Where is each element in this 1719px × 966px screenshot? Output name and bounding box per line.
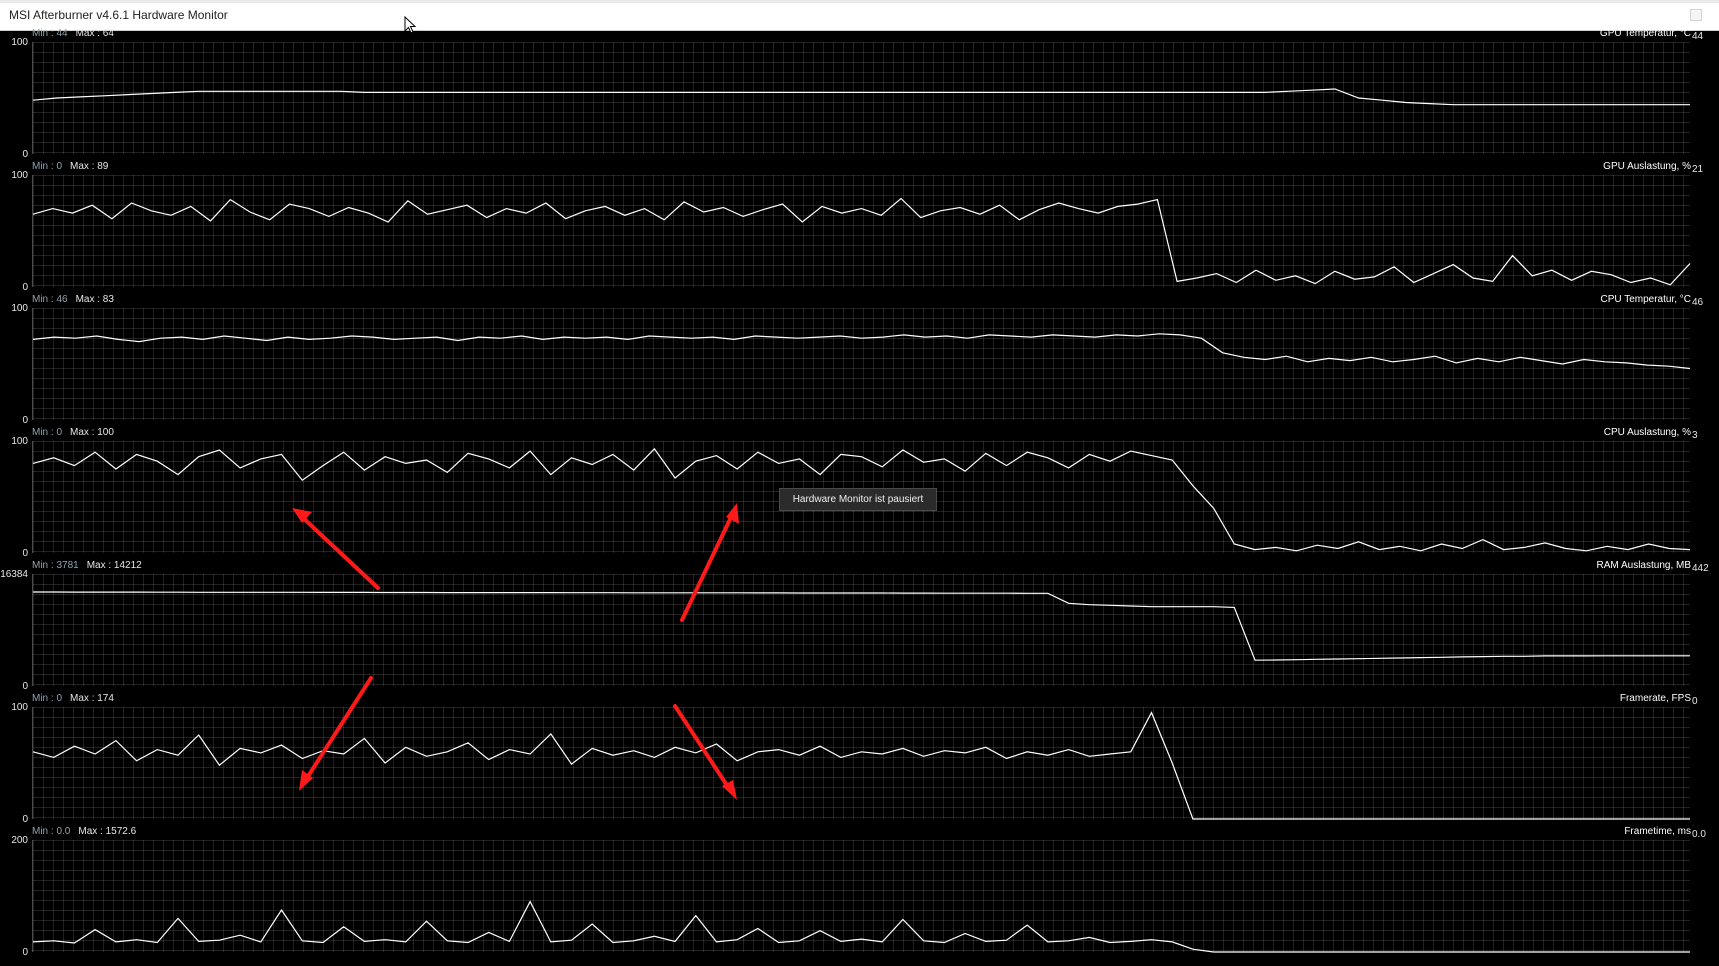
graph-max: Max : 64 [75, 28, 114, 39]
graph-max: Max : 14212 [86, 560, 142, 571]
graph-min: Min : 46 [32, 294, 68, 305]
graph-series-line [32, 711, 1690, 820]
graph-minmax: Min : 0 Max : 100 [32, 427, 114, 439]
graph-series-line [32, 197, 1691, 286]
y-axis-max: 100 [11, 170, 28, 181]
title-bar[interactable]: MSI Afterburner v4.6.1 Hardware Monitor [0, 0, 1719, 34]
graph-min: Min : 0.0 [32, 826, 71, 837]
graph-series-line [33, 591, 1690, 661]
paused-tooltip: Hardware Monitor ist pausiert [779, 488, 937, 511]
graph-title: CPU Temperatur, °C [1600, 294, 1691, 305]
graph-plot [32, 707, 1690, 820]
y-axis-min: 0 [22, 149, 28, 160]
graph-current-value: 44 [1692, 31, 1704, 42]
graph-min: Min : 0 [32, 161, 63, 172]
y-axis-min: 0 [22, 548, 28, 559]
graph-title: Frametime, ms [1624, 826, 1691, 837]
graph-current-value: 21 [1692, 164, 1704, 175]
y-axis-min: 0 [22, 681, 28, 692]
graph-line [32, 333, 1691, 370]
graph-line [32, 900, 1690, 953]
graph-max: Max : 100 [70, 427, 114, 438]
graph-minmax: Min : 0.0 Max : 1572.6 [32, 826, 136, 838]
graph-min: Min : 44 [32, 28, 68, 39]
graph-framerate[interactable]: 100 0 Min : 0 Max : 174 Framerate, FPS 0 [0, 693, 1719, 829]
window-title: MSI Afterburner v4.6.1 Hardware Monitor [9, 8, 228, 22]
graph-ram-usage[interactable]: 16384 0 Min : 3781 Max : 14212 RAM Auslas… [0, 560, 1719, 696]
graph-plot [32, 308, 1691, 420]
graph-current-value: 0.0 [1692, 829, 1706, 840]
graph-current-value: 46 [1692, 297, 1704, 308]
graph-series-line [32, 88, 1690, 106]
graph-minmax: Min : 3781 Max : 14212 [32, 560, 142, 572]
graph-minmax: Min : 0 Max : 89 [32, 161, 108, 173]
y-axis-max: 100 [11, 702, 28, 713]
graph-max: Max : 1572.6 [78, 826, 137, 837]
y-axis-max: 16384 [0, 569, 28, 580]
graph-minmax: Min : 0 Max : 174 [32, 693, 114, 705]
graph-current-value: 3 [1692, 430, 1698, 441]
y-axis-min: 0 [22, 947, 28, 958]
y-axis-min: 0 [22, 282, 28, 293]
graph-title: Framerate, FPS [1619, 693, 1691, 704]
title-bar-strip [0, 0, 1719, 3]
graph-plot [32, 574, 1690, 686]
graph-title: GPU Auslastung, % [1603, 161, 1691, 172]
y-axis-max: 100 [11, 37, 28, 48]
graph-min: Min : 0 [32, 693, 63, 704]
graph-title: RAM Auslastung, MB [1596, 560, 1691, 571]
y-axis-max: 100 [11, 303, 28, 314]
graph-line [32, 197, 1691, 286]
y-axis-min: 0 [22, 814, 28, 825]
graph-max: Max : 89 [70, 161, 109, 172]
graph-series-line [32, 900, 1690, 953]
graph-current-value: 0 [1692, 696, 1698, 707]
graph-minmax: Min : 46 Max : 83 [32, 294, 114, 306]
graph-min: Min : 0 [32, 427, 63, 438]
graph-min: Min : 3781 [32, 560, 79, 571]
graph-plot [32, 840, 1690, 953]
y-axis-min: 0 [22, 415, 28, 426]
window-control-button[interactable] [1690, 9, 1702, 21]
graph-title: CPU Auslastung, % [1603, 427, 1691, 438]
graph-title: GPU Temperatur, °C [1599, 28, 1691, 39]
graph-series-line [32, 333, 1691, 370]
graph-line [32, 88, 1690, 106]
scrollbar[interactable] [1709, 33, 1719, 966]
graph-cpu-temperature[interactable]: 100 0 Min : 46 Max : 83 CPU Temperatur, °… [0, 294, 1719, 430]
graph-gpu-temperature[interactable]: 100 0 Min : 44 Max : 64 GPU Temperatur, °… [0, 28, 1719, 164]
graph-max: Max : 83 [75, 294, 114, 305]
graph-line [32, 711, 1690, 820]
graph-minmax: Min : 44 Max : 64 [32, 28, 114, 40]
graph-plot [32, 42, 1690, 154]
y-axis-max: 100 [11, 436, 28, 447]
graph-max: Max : 174 [70, 693, 114, 704]
graph-gpu-usage[interactable]: 100 0 Min : 0 Max : 89 GPU Auslastung, % … [0, 161, 1719, 297]
graph-frametime[interactable]: 200 0 Min : 0.0 Max : 1572.6 Frametime, m… [0, 826, 1719, 962]
y-axis-max: 200 [11, 835, 28, 846]
graph-line [33, 591, 1690, 661]
graph-plot [32, 175, 1691, 287]
